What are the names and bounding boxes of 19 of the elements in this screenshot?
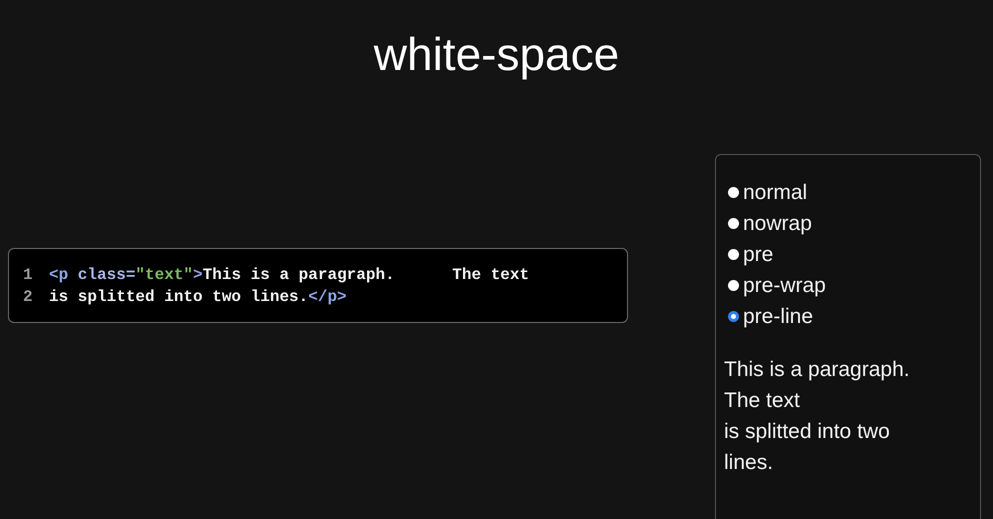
code-line: <p class="text">This is a paragraph. The text [49, 265, 530, 286]
radio-button[interactable] [728, 218, 739, 229]
preview-text-line: lines. [724, 450, 774, 476]
option-label[interactable]: pre-wrap [743, 274, 826, 298]
option-label[interactable]: pre-line [743, 304, 814, 328]
page-title: white-space [372, 27, 620, 82]
option-label[interactable]: pre [743, 242, 774, 266]
option-label[interactable]: normal [743, 180, 808, 204]
radio-button[interactable] [728, 249, 739, 260]
code-line: is splitted into two lines.</p> [49, 287, 347, 308]
preview-text-line: This is a paragraph. [724, 357, 911, 383]
radio-button[interactable] [728, 311, 739, 322]
radio-button[interactable] [728, 187, 739, 198]
radio-button[interactable] [728, 280, 739, 291]
preview-text-line: The text [724, 388, 801, 414]
line-number: 2 [23, 287, 34, 308]
option-label[interactable]: nowrap [743, 212, 812, 236]
line-number: 1 [23, 265, 34, 286]
preview-text-line: is splitted into two [724, 419, 891, 445]
